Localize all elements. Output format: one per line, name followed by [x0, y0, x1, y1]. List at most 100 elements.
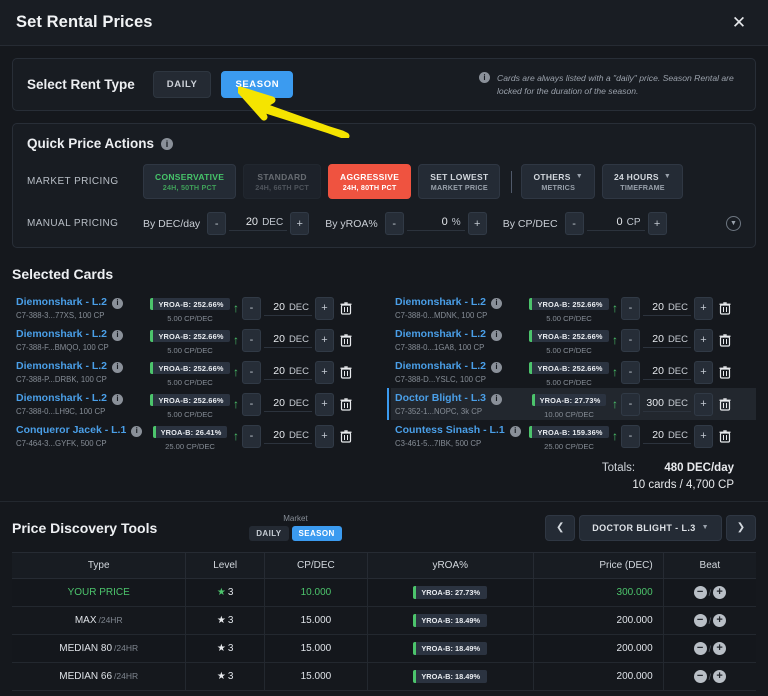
- info-icon[interactable]: i: [161, 137, 174, 150]
- card-price-decrement-button[interactable]: -: [621, 392, 640, 416]
- card-price-decrement-button[interactable]: -: [621, 296, 640, 320]
- set-lowest-market-price-button[interactable]: SET LOWEST MARKET PRICE: [418, 164, 501, 199]
- card-price-increment-button[interactable]: +: [694, 392, 713, 416]
- card-price-input[interactable]: 20 DEC: [643, 301, 691, 316]
- trash-icon[interactable]: [338, 429, 353, 444]
- card-selector-dropdown[interactable]: DOCTOR BLIGHT - L.3 ▼: [579, 514, 722, 541]
- info-icon[interactable]: i: [112, 329, 124, 341]
- card-price-increment-button[interactable]: +: [315, 328, 334, 352]
- card-price-input[interactable]: 20 DEC: [264, 429, 312, 444]
- card-price-decrement-button[interactable]: -: [621, 424, 640, 448]
- beat-increment-button[interactable]: +: [713, 586, 727, 599]
- card-price-decrement-button[interactable]: -: [621, 328, 640, 352]
- info-icon[interactable]: i: [491, 393, 502, 405]
- others-metrics-dropdown[interactable]: OTHERS ▼ METRICS: [521, 164, 595, 199]
- cell-type: MEDIAN 80/24HR: [12, 634, 186, 663]
- card-price-decrement-button[interactable]: -: [242, 424, 261, 448]
- info-icon[interactable]: i: [112, 297, 124, 309]
- card-price-decrement-button[interactable]: -: [242, 328, 261, 352]
- market-pricing-standard-button[interactable]: STANDARD 24H, 66TH PCT: [243, 164, 321, 199]
- table-row[interactable]: YOUR PRICE ★ 3 10.000 YROA-B: 27.73% 300.000−…: [12, 578, 756, 607]
- card-price-increment-button[interactable]: +: [694, 360, 713, 384]
- table-row[interactable]: MAX/24HR ★ 3 15.000 YROA-B: 18.49% 200.000− / +: [12, 606, 756, 635]
- trash-icon[interactable]: [717, 333, 732, 348]
- dec-per-day-input[interactable]: 20 DEC: [229, 216, 288, 231]
- beat-decrement-button[interactable]: −: [693, 642, 707, 655]
- selected-card-row[interactable]: Diemonshark - L.2 i C7-388-0...LH9C, 100 C…: [12, 388, 377, 420]
- card-price-increment-button[interactable]: +: [694, 424, 713, 448]
- beat-decrement-button[interactable]: −: [693, 614, 707, 627]
- cp-per-dec-increment-button[interactable]: +: [647, 212, 667, 235]
- card-price-input[interactable]: 20 DEC: [264, 333, 312, 348]
- timeframe-dropdown[interactable]: 24 HOURS ▼ TIMEFRAME: [601, 164, 684, 199]
- card-price-input[interactable]: 300 DEC: [643, 397, 691, 412]
- selected-card-row[interactable]: Diemonshark - L.2 i C7-388-3...77XS, 100 C…: [12, 292, 377, 324]
- card-price-decrement-button[interactable]: -: [242, 392, 261, 416]
- dec-per-day-decrement-button[interactable]: -: [207, 212, 227, 235]
- dec-per-day-increment-button[interactable]: +: [290, 212, 310, 235]
- info-icon[interactable]: i: [509, 425, 521, 437]
- info-icon[interactable]: i: [491, 329, 503, 341]
- beat-increment-button[interactable]: +: [713, 670, 727, 683]
- card-price-increment-button[interactable]: +: [315, 392, 334, 416]
- card-price-increment-button[interactable]: +: [315, 424, 334, 448]
- info-icon[interactable]: i: [491, 361, 503, 373]
- card-price-input[interactable]: 20 DEC: [643, 429, 691, 444]
- cp-per-dec-decrement-button[interactable]: -: [564, 212, 584, 235]
- trash-icon[interactable]: [717, 397, 732, 412]
- table-row[interactable]: MEDIAN 80/24HR ★ 3 15.000 YROA-B: 18.49% 200.…: [12, 634, 756, 663]
- info-icon[interactable]: i: [491, 297, 503, 309]
- card-price-increment-button[interactable]: +: [694, 328, 713, 352]
- beat-increment-button[interactable]: +: [713, 614, 727, 627]
- trash-icon[interactable]: [717, 301, 732, 316]
- card-price-increment-button[interactable]: +: [315, 360, 334, 384]
- close-icon[interactable]: ✕: [726, 10, 752, 36]
- info-icon[interactable]: i: [112, 361, 124, 373]
- trash-icon[interactable]: [338, 397, 353, 412]
- card-price-input[interactable]: 20 DEC: [264, 365, 312, 380]
- selected-card-row[interactable]: Countess Sinash - L.1 i C3-461-5...7IBK, 5…: [391, 420, 756, 452]
- yroa-badge: YROA-B: 252.66%: [150, 394, 230, 406]
- market-pricing-aggressive-button[interactable]: AGGRESSIVE 24H, 80TH PCT: [328, 164, 412, 199]
- trash-icon[interactable]: [338, 333, 353, 348]
- card-price-input[interactable]: 20 DEC: [264, 301, 312, 316]
- card-price-increment-button[interactable]: +: [315, 296, 334, 320]
- card-price-decrement-button[interactable]: -: [621, 360, 640, 384]
- market-toggle-daily-button[interactable]: DAILY: [249, 526, 289, 541]
- market-toggle-season-button[interactable]: SEASON: [291, 526, 342, 541]
- trash-icon[interactable]: [717, 365, 732, 380]
- selected-card-row[interactable]: Diemonshark - L.2 i C7-388-0...1GA8, 100 C…: [391, 324, 756, 356]
- table-row[interactable]: MEDIAN 66/24HR ★ 3 15.000 YROA-B: 18.49% 200.…: [12, 662, 756, 691]
- card-price-input[interactable]: 20 DEC: [264, 397, 312, 412]
- card-price-increment-button[interactable]: +: [694, 296, 713, 320]
- info-icon[interactable]: i: [131, 425, 143, 437]
- expand-panel-chevron-down-icon[interactable]: ▼: [726, 216, 741, 231]
- yroa-decrement-button[interactable]: -: [384, 212, 404, 235]
- card-price-input[interactable]: 20 DEC: [643, 365, 691, 380]
- chevron-right-icon[interactable]: ❯: [726, 514, 756, 541]
- trash-icon[interactable]: [338, 301, 353, 316]
- trash-icon[interactable]: [338, 365, 353, 380]
- info-icon[interactable]: i: [112, 393, 124, 405]
- beat-decrement-button[interactable]: −: [693, 670, 707, 683]
- cell-beat: − / +: [662, 634, 756, 663]
- chevron-left-icon[interactable]: ❮: [545, 514, 576, 541]
- selected-card-row[interactable]: Doctor Blight - L.3 i C7-352-1...NOPC, 3k …: [387, 388, 756, 420]
- card-price-decrement-button[interactable]: -: [242, 360, 261, 384]
- selected-card-row[interactable]: Diemonshark - L.2 i C7-388-F...BMQO, 100 C…: [12, 324, 377, 356]
- rent-type-season-button[interactable]: SEASON: [221, 71, 294, 98]
- card-price-decrement-button[interactable]: -: [242, 296, 261, 320]
- selected-card-row[interactable]: Diemonshark - L.2 i C7-388-P...DRBK, 100 C…: [12, 356, 377, 388]
- cp-per-dec-input[interactable]: 0 CP: [586, 216, 645, 231]
- beat-increment-button[interactable]: +: [713, 642, 727, 655]
- yroa-increment-button[interactable]: +: [467, 212, 487, 235]
- selected-card-row[interactable]: Conqueror Jacek - L.1 i C7-464-3...GYFK, 5…: [12, 420, 377, 452]
- card-price-input[interactable]: 20 DEC: [643, 333, 691, 348]
- trash-icon[interactable]: [717, 429, 732, 444]
- yroa-input[interactable]: 0 %: [406, 216, 465, 231]
- selected-card-row[interactable]: Diemonshark - L.2 i C7-388-0...MDNK, 100 C…: [391, 292, 756, 324]
- market-pricing-conservative-button[interactable]: CONSERVATIVE 24H, 50TH PCT: [143, 164, 237, 199]
- beat-decrement-button[interactable]: −: [693, 586, 707, 599]
- rent-type-daily-button[interactable]: DAILY: [152, 71, 212, 98]
- selected-card-row[interactable]: Diemonshark - L.2 i C7-388-D...YSLC, 100 C…: [391, 356, 756, 388]
